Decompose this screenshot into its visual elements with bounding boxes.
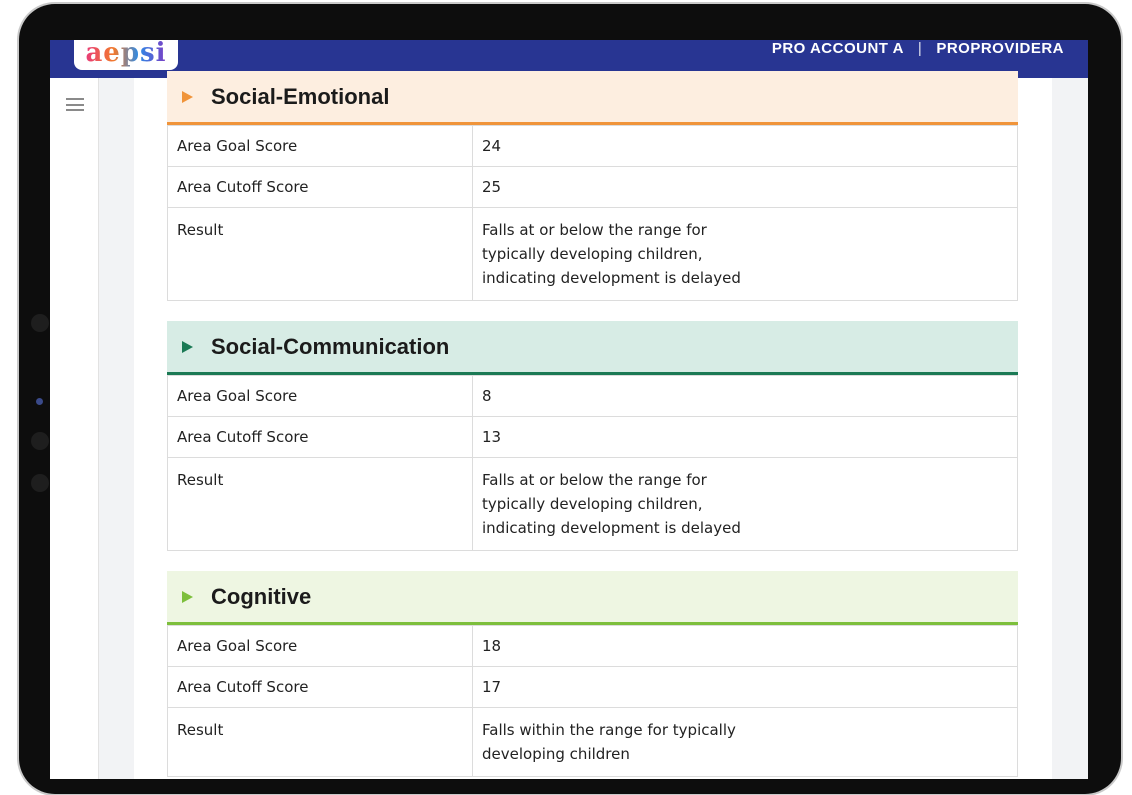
hamburger-icon[interactable] (66, 98, 84, 111)
section-cognitive: Cognitive Area Goal Score 18 Area Cutoff… (167, 571, 1018, 777)
table-row: Area Cutoff Score 17 (167, 666, 1018, 708)
section-header[interactable]: Social-Emotional (167, 71, 1018, 125)
table-row: Area Goal Score 8 (167, 375, 1018, 417)
result-line: typically developing children, (482, 245, 703, 263)
expand-triangle-icon (182, 590, 193, 603)
score-table: Area Goal Score 18 Area Cutoff Score 17 … (167, 625, 1018, 777)
logo-text: aepsi (85, 40, 167, 68)
row-value: 18 (472, 625, 1018, 667)
row-label: Area Cutoff Score (167, 666, 473, 708)
section-social-emotional: Social-Emotional Area Goal Score 24 Area… (167, 71, 1018, 301)
row-value: 8 (472, 375, 1018, 417)
row-label: Area Goal Score (167, 625, 473, 667)
camera-icon (36, 398, 43, 405)
row-label: Area Goal Score (167, 125, 473, 167)
account-info: PRO ACCOUNT A | PROPROVIDERA (772, 40, 1064, 58)
result-line: indicating development is delayed (482, 519, 741, 537)
row-value: 25 (472, 166, 1018, 208)
section-title: Cognitive (211, 583, 312, 609)
result-line: developing children (482, 745, 630, 763)
expand-triangle-icon (182, 90, 193, 103)
app-screen: aepsi PRO ACCOUNT A | PROPROVIDERA Socia… (50, 40, 1088, 779)
table-row: Area Cutoff Score 13 (167, 416, 1018, 458)
table-row: Result Falls within the range for typica… (167, 707, 1018, 777)
row-label: Result (167, 207, 473, 301)
result-line: Falls at or below the range for (482, 471, 707, 489)
account-separator: | (917, 40, 923, 57)
row-label: Area Goal Score (167, 375, 473, 417)
section-title: Social-Communication (211, 333, 450, 359)
row-value: 13 (472, 416, 1018, 458)
score-table: Area Goal Score 24 Area Cutoff Score 25 … (167, 125, 1018, 301)
row-value: Falls at or below the range for typicall… (472, 457, 1018, 551)
row-value: Falls within the range for typically dev… (472, 707, 1018, 777)
row-label: Result (167, 707, 473, 777)
row-label: Area Cutoff Score (167, 166, 473, 208)
result-line: typically developing children, (482, 495, 703, 513)
row-label: Area Cutoff Score (167, 416, 473, 458)
left-sidebar (50, 78, 99, 779)
logo[interactable]: aepsi (74, 40, 178, 70)
row-value: 24 (472, 125, 1018, 167)
table-row: Result Falls at or below the range for t… (167, 457, 1018, 551)
results-content: Social-Emotional Area Goal Score 24 Area… (134, 71, 1052, 779)
result-line: indicating development is delayed (482, 269, 741, 287)
device-sensor (31, 432, 49, 450)
section-social-communication: Social-Communication Area Goal Score 8 A… (167, 321, 1018, 551)
section-title: Social-Emotional (211, 83, 390, 109)
section-header[interactable]: Cognitive (167, 571, 1018, 625)
account-name[interactable]: PRO ACCOUNT A (772, 40, 904, 58)
table-row: Area Cutoff Score 25 (167, 166, 1018, 208)
device-sensor (31, 474, 49, 492)
table-row: Area Goal Score 18 (167, 625, 1018, 667)
row-label: Result (167, 457, 473, 551)
device-sensor (31, 314, 49, 332)
result-line: Falls at or below the range for (482, 221, 707, 239)
provider-name[interactable]: PROPROVIDERA (936, 40, 1064, 58)
row-value: 17 (472, 666, 1018, 708)
score-table: Area Goal Score 8 Area Cutoff Score 13 R… (167, 375, 1018, 551)
result-line: Falls within the range for typically (482, 721, 736, 739)
expand-triangle-icon (182, 340, 193, 353)
row-value: Falls at or below the range for typicall… (472, 207, 1018, 301)
section-header[interactable]: Social-Communication (167, 321, 1018, 375)
table-row: Area Goal Score 24 (167, 125, 1018, 167)
table-row: Result Falls at or below the range for t… (167, 207, 1018, 301)
